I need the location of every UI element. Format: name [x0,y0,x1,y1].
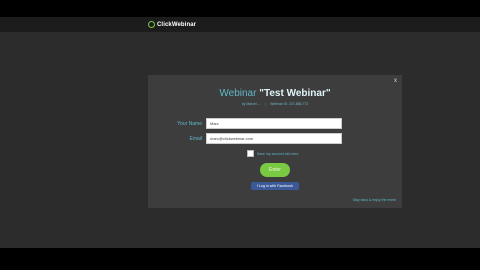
enter-button[interactable]: Enter [260,163,290,177]
webinar-meta: by Marcel .... | Webinar ID: 207-888-772 [148,102,402,106]
email-label: Email [189,136,202,142]
footer-link[interactable]: Stay back & enjoy the event [353,198,396,202]
logo-icon [148,21,155,28]
meta-separator: | [265,102,267,106]
title-name: "Test Webinar" [259,88,331,99]
top-bar [0,17,480,32]
title-prefix: Webinar [219,88,260,99]
remember-label: Save my account info here [257,151,299,156]
host-text: by Marcel .... [241,102,262,106]
facebook-login-button[interactable]: f Log in with Facebook [251,182,299,190]
facebook-button-label: Log in with Facebook [259,184,293,188]
remember-checkbox[interactable] [247,150,254,157]
name-input[interactable]: Marc [206,118,342,129]
join-webinar-modal: x Webinar "Test Webinar" by Marcel .... |… [148,75,402,208]
clickwebinar-logo: ClickWebinar [148,19,196,30]
close-button[interactable]: x [394,78,397,84]
bottom-strip [0,248,480,270]
remember-row: Save my account info here [247,150,298,157]
logo-text: ClickWebinar [157,21,197,28]
webinar-title: Webinar "Test Webinar" [148,88,402,99]
email-input[interactable]: marc@clickwebinar.com [206,133,342,144]
webinar-id: Webinar ID: 207-888-772 [270,102,309,106]
name-label: Your Name [177,121,202,127]
